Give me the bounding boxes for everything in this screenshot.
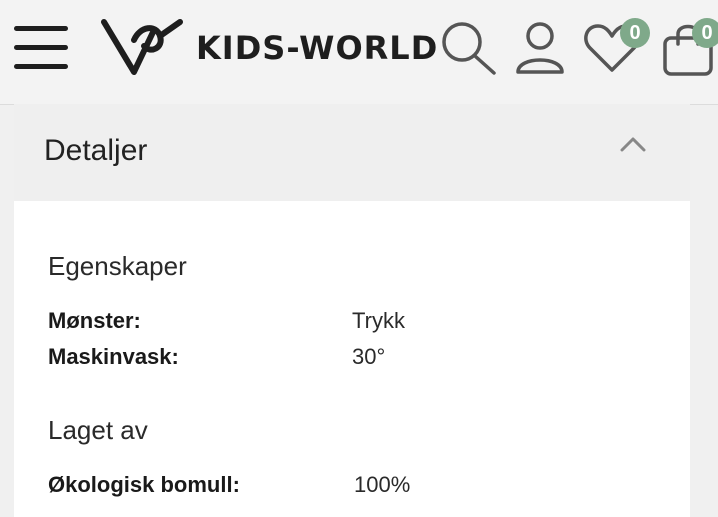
- cart-count-badge: 0: [692, 18, 718, 48]
- logo-icon[interactable]: [100, 16, 186, 78]
- section-title-properties: Egenskaper: [48, 251, 187, 281]
- user-icon[interactable]: [512, 20, 568, 76]
- material-value-organic-cotton: 100%: [354, 472, 411, 497]
- property-value-pattern: Trykk: [352, 308, 405, 333]
- accordion-title: Detaljer: [44, 134, 148, 167]
- material-label-organic-cotton: Økologisk bomull:: [48, 472, 240, 497]
- search-icon[interactable]: [440, 20, 498, 76]
- site-header: KIDS-WORLD 0 0: [0, 0, 718, 105]
- brand-name[interactable]: KIDS-WORLD: [196, 29, 438, 67]
- details-panel: Detaljer Egenskaper Mønster: Trykk Maski…: [14, 104, 690, 517]
- property-value-machine-wash: 30°: [352, 344, 386, 369]
- details-accordion-header[interactable]: Detaljer: [14, 104, 690, 201]
- property-label-machine-wash: Maskinvask:: [48, 344, 179, 369]
- chevron-up-icon[interactable]: [618, 134, 648, 154]
- section-title-material: Laget av: [48, 415, 148, 445]
- wishlist-count-badge: 0: [620, 18, 650, 48]
- property-label-pattern: Mønster:: [48, 308, 141, 333]
- menu-icon[interactable]: [12, 22, 70, 74]
